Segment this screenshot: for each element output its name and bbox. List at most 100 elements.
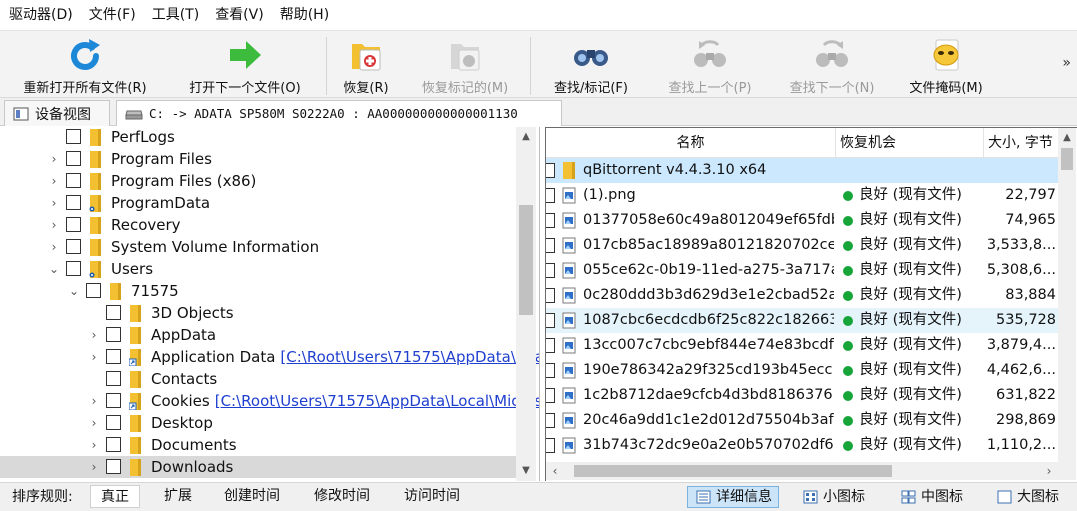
tree-item[interactable]: › Downloads [0,456,516,478]
scroll-up-icon[interactable]: ▲ [1058,128,1076,148]
open-next-file-button[interactable]: 打开下一个文件(O) [176,33,314,97]
expand-chevron-icon[interactable]: › [48,151,60,167]
list-row-checkbox[interactable] [546,213,555,228]
tree-item[interactable]: Contacts [0,368,516,390]
tree-item-checkbox[interactable] [66,217,81,232]
recover-marked-button[interactable]: 恢复标记的(M) [412,33,518,97]
list-row[interactable]: (1).png 良好 (现有文件) 22,797 [546,183,1058,208]
list-row-checkbox[interactable] [546,238,555,253]
list-row[interactable]: 13cc007c7cbc9ebf844e74e83bcdf 良好 (现有文件) 3,… [546,333,1058,358]
recover-button[interactable]: 恢复(R) [334,33,398,97]
tree-item[interactable]: › Cookies [C:\Root\Users\71575\AppData\Loc… [0,390,539,412]
sort-extension-button[interactable]: 扩展 [154,485,202,508]
sort-created-button[interactable]: 创建时间 [214,485,290,508]
tree-item[interactable]: ⌄ 71575 [0,280,516,302]
scroll-thumb[interactable] [574,465,892,477]
menu-drive[interactable]: 驱动器(D) [0,0,81,30]
tab-device-view[interactable]: 设备视图 [4,100,110,126]
scroll-right-icon[interactable]: › [1040,462,1058,480]
find-mark-button[interactable]: 查找/标记(F) [540,33,642,97]
list-row-checkbox[interactable] [546,388,555,403]
toolbar-overflow-button[interactable]: » [1062,55,1071,71]
column-name[interactable]: ︿ 名称 [546,128,836,158]
tree-item-checkbox[interactable] [106,305,121,320]
expand-chevron-icon[interactable]: › [48,195,60,211]
expand-chevron-icon[interactable]: › [88,393,100,409]
tree-item-checkbox[interactable] [66,195,81,210]
sort-accessed-button[interactable]: 访问时间 [394,485,470,508]
list-horizontal-scrollbar[interactable]: ‹ › [546,462,1058,480]
tree-item-checkbox[interactable] [106,437,121,452]
menu-view[interactable]: 查看(V) [207,0,272,30]
menu-help[interactable]: 帮助(H) [272,0,337,30]
list-row[interactable]: 31b743c72dc9e0a2e0b570702df6 良好 (现有文件) 1,1… [546,433,1058,458]
tab-drive[interactable]: C: -> ADATA SP580M S0222A0 : AA000000000… [116,100,562,126]
expand-chevron-icon[interactable]: › [48,217,60,233]
scroll-up-icon[interactable]: ▲ [516,127,536,147]
list-row[interactable]: qBittorrent v4.4.3.10 x64 [546,158,1058,183]
tree-item-checkbox[interactable] [66,129,81,144]
tree-item-checkbox[interactable] [66,239,81,254]
tree-item-checkbox[interactable] [66,151,81,166]
list-row-checkbox[interactable] [546,338,555,353]
scroll-left-icon[interactable]: ‹ [546,462,564,480]
tree-item-link[interactable]: [C:\Root\Users\71575\AppData\Roaming] [280,348,539,366]
tree-item-checkbox[interactable] [106,371,121,386]
expand-chevron-icon[interactable]: › [88,459,100,475]
list-row-checkbox[interactable] [546,163,555,178]
reopen-all-files-button[interactable]: 重新打开所有文件(R) [10,33,160,97]
find-previous-button[interactable]: 查找上一个(P) [656,33,764,97]
tree-item[interactable]: 3D Objects [0,302,516,324]
list-row-checkbox[interactable] [546,313,555,328]
tree-item-checkbox[interactable] [106,459,121,474]
tree-item[interactable]: ⌄ Users [0,258,516,280]
list-row[interactable]: 1c2b8712dae9cfcb4d3bd8186376l 良好 (现有文件) 63… [546,383,1058,408]
tree-item-checkbox[interactable] [106,415,121,430]
expand-chevron-icon[interactable]: › [88,349,100,365]
scroll-down-icon[interactable]: ▼ [516,461,536,481]
list-row[interactable]: 1087cbc6ecdcdb6f25c822c182663 良好 (现有文件) 53… [546,308,1058,333]
scroll-thumb[interactable] [519,205,533,315]
scroll-thumb[interactable] [1061,148,1073,170]
tree-item[interactable]: PerfLogs [0,127,516,148]
tree-item[interactable]: › AppData [0,324,516,346]
list-row[interactable]: 017cb85ac18989a80121820702cec 良好 (现有文件) 3,… [546,233,1058,258]
expand-chevron-icon[interactable]: › [88,437,100,453]
tree-item-checkbox[interactable] [86,283,101,298]
list-row-checkbox[interactable] [546,438,555,453]
tree-item[interactable]: › ProgramData [0,192,516,214]
tree-item-checkbox[interactable] [106,327,121,342]
file-mask-button[interactable]: 文件掩码(M) [898,33,994,97]
list-row-checkbox[interactable] [546,363,555,378]
tree-item-link[interactable]: [C:\Root\Users\71575\AppData\Local\Micro… [215,392,539,410]
tree-item[interactable]: › Desktop [0,412,516,434]
tree-item[interactable]: › Program Files [0,148,516,170]
column-size[interactable]: 大小, 字节 [984,128,1058,158]
view-details-button[interactable]: 详细信息 [687,486,779,508]
tree-item[interactable]: › Documents [0,434,516,456]
list-row[interactable]: 190e786342a29f325cd193b45ecc1 良好 (现有文件) 4,… [546,358,1058,383]
sort-real-button[interactable]: 真正 [90,485,140,508]
list-row[interactable]: 055ce62c-0b19-11ed-a275-3a717a 良好 (现有文件) 5… [546,258,1058,283]
expand-chevron-icon[interactable]: › [48,239,60,255]
list-row[interactable]: 01377058e60c49a8012049ef65fdb 良好 (现有文件) 74… [546,208,1058,233]
list-row-checkbox[interactable] [546,263,555,278]
list-row-checkbox[interactable] [546,413,555,428]
list-row[interactable]: 0c280ddd3b3d629d3e1e2cbad52a 良好 (现有文件) 83,… [546,283,1058,308]
expand-chevron-icon[interactable]: › [88,327,100,343]
list-vertical-scrollbar[interactable]: ▲ [1058,128,1076,462]
list-row-checkbox[interactable] [546,188,555,203]
view-large-icons-button[interactable]: 大图标 [988,486,1066,508]
expand-chevron-icon[interactable]: › [88,415,100,431]
find-next-button[interactable]: 查找下一个(N) [778,33,886,97]
tree-item[interactable]: › System Volume Information [0,236,516,258]
tree-item[interactable]: › Program Files (x86) [0,170,516,192]
tree-item-checkbox[interactable] [106,349,121,364]
tree-item-checkbox[interactable] [66,173,81,188]
tree-scrollbar[interactable]: ▲ ▼ [516,127,536,481]
list-row[interactable]: 20c46a9dd1c1e2d012d75504b3af 良好 (现有文件) 298… [546,408,1058,433]
tree-item[interactable]: › Recovery [0,214,516,236]
view-small-icons-button[interactable]: 小图标 [794,486,872,508]
tree-item-checkbox[interactable] [66,261,81,276]
expand-chevron-icon[interactable]: › [48,173,60,189]
